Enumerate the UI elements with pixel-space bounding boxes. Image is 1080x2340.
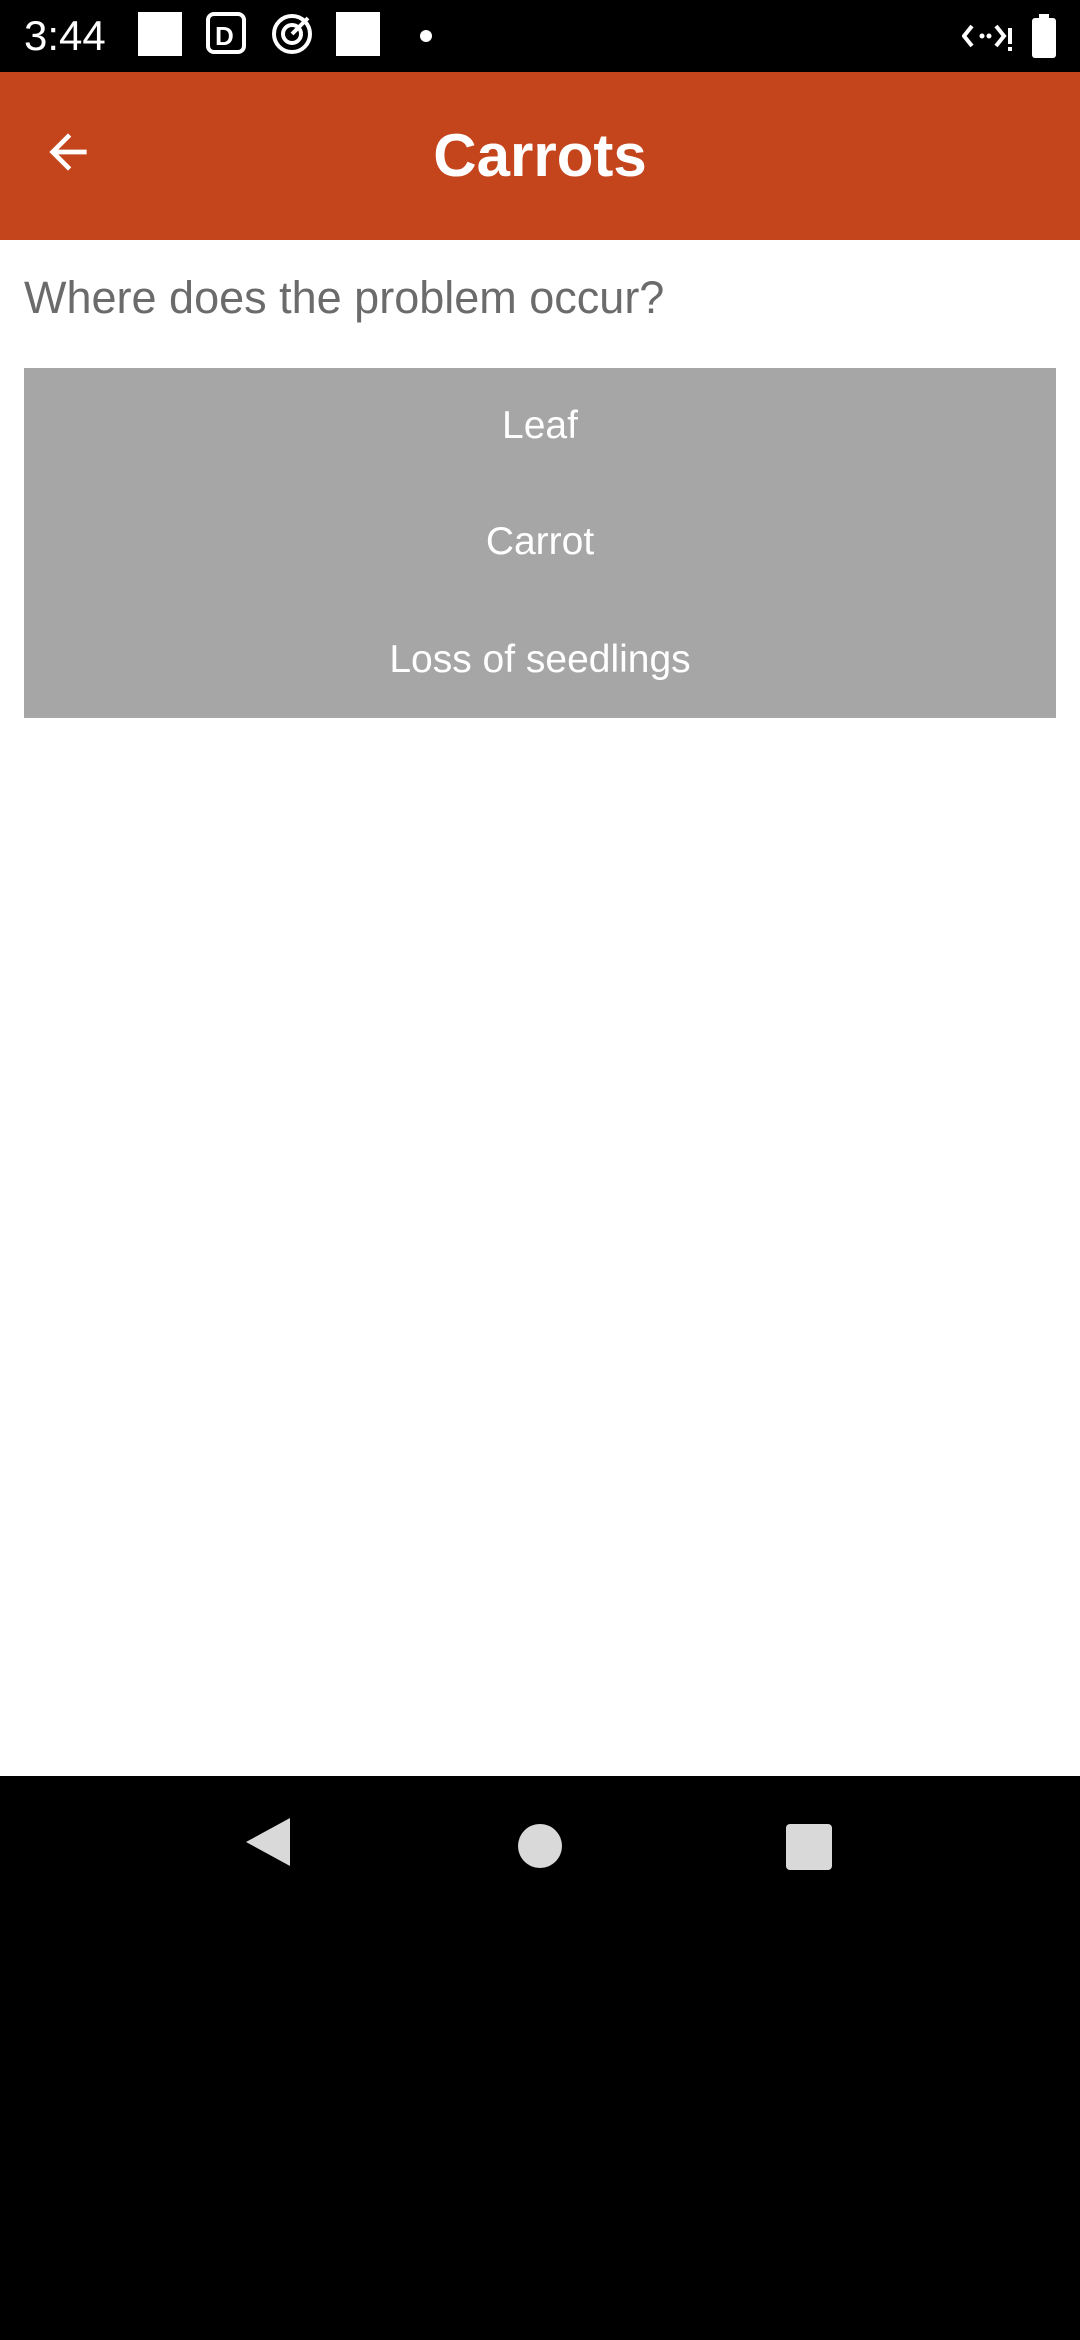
- data-saver-icon: [961, 18, 1014, 59]
- navigation-bar: [0, 1776, 1080, 1920]
- page-title: Carrots: [433, 122, 647, 189]
- status-time: 3:44: [24, 12, 106, 59]
- notification-square-icon: [138, 12, 182, 56]
- nav-home-button[interactable]: [518, 1824, 562, 1873]
- app-bar: Carrots: [0, 72, 1080, 240]
- notification-d-icon: D: [206, 12, 246, 61]
- content-area: Where does the problem occur? Leaf Carro…: [0, 240, 1080, 1776]
- notification-dot-icon: [420, 30, 432, 42]
- nav-back-button[interactable]: [244, 1816, 292, 1873]
- triangle-back-icon: [246, 1818, 290, 1866]
- option-carrot[interactable]: Carrot: [24, 514, 1056, 570]
- circle-home-icon: [518, 1824, 562, 1868]
- svg-text:D: D: [215, 21, 234, 51]
- square-recents-icon: [786, 1824, 832, 1870]
- battery-icon: [1032, 14, 1056, 63]
- notification-target-icon: [270, 12, 314, 61]
- option-loss-of-seedlings[interactable]: Loss of seedlings: [24, 632, 1056, 688]
- status-bar: 3:44 D: [0, 0, 1080, 72]
- options-list: Leaf Carrot Loss of seedlings: [24, 368, 1056, 718]
- question-text: Where does the problem occur?: [24, 272, 665, 323]
- option-leaf[interactable]: Leaf: [24, 398, 1056, 454]
- notification-square-icon-2: [336, 12, 380, 56]
- nav-recents-button[interactable]: [786, 1824, 832, 1875]
